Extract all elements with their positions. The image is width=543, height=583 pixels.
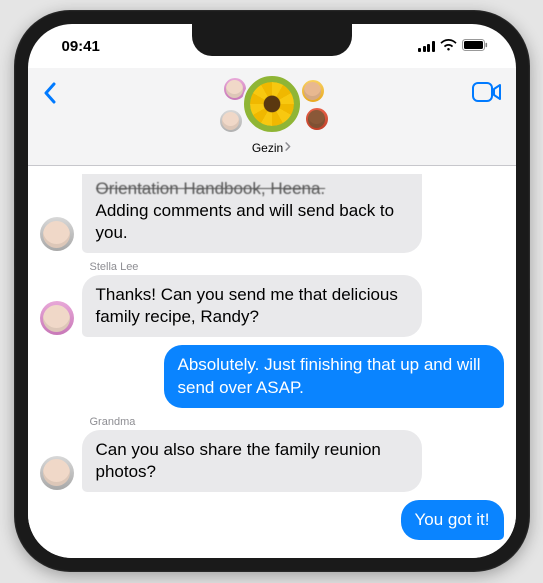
group-name-row[interactable]: Gezin bbox=[252, 141, 291, 155]
message-row-incoming: Thanks! Can you send me that delicious f… bbox=[40, 275, 504, 337]
nav-bar: Gezin bbox=[28, 68, 516, 166]
sender-avatar[interactable] bbox=[40, 301, 74, 335]
message-bubble[interactable]: Thanks! Can you send me that delicious f… bbox=[82, 275, 422, 337]
message-bubble[interactable]: Absolutely. Just finishing that up and w… bbox=[164, 345, 504, 407]
message-bubble[interactable]: Can you also share the family reunion ph… bbox=[82, 430, 422, 492]
battery-icon bbox=[462, 38, 488, 55]
group-photo-sunflower bbox=[242, 74, 302, 134]
participant-avatar bbox=[218, 108, 244, 134]
phone-frame: 09:41 bbox=[14, 10, 530, 572]
participant-avatar bbox=[304, 106, 330, 132]
chevron-right-icon bbox=[285, 142, 291, 154]
back-button[interactable] bbox=[42, 72, 57, 109]
facetime-button[interactable] bbox=[472, 72, 502, 107]
message-row-incoming: Can you also share the family reunion ph… bbox=[40, 430, 504, 492]
message-text-cutoff: Orientation Handbook, Heena. bbox=[96, 178, 408, 200]
message-text: Thanks! Can you send me that delicious f… bbox=[96, 285, 398, 326]
message-text: You got it! bbox=[415, 510, 490, 529]
message-text: Absolutely. Just finishing that up and w… bbox=[178, 355, 481, 396]
sender-avatar[interactable] bbox=[40, 456, 74, 490]
sender-label: Grandma bbox=[90, 416, 504, 428]
message-row-outgoing: Absolutely. Just finishing that up and w… bbox=[40, 345, 504, 407]
group-name: Gezin bbox=[252, 141, 283, 155]
mute-switch bbox=[14, 150, 15, 180]
message-bubble[interactable]: You got it! bbox=[401, 500, 504, 540]
message-text: Adding comments and will send back to yo… bbox=[96, 201, 395, 242]
status-indicators bbox=[418, 38, 488, 55]
side-button bbox=[529, 210, 530, 290]
volume-down-button bbox=[14, 265, 15, 315]
cellular-icon bbox=[418, 41, 435, 52]
notch bbox=[192, 24, 352, 56]
status-time: 09:41 bbox=[62, 38, 100, 55]
message-row-outgoing: You got it! bbox=[40, 500, 504, 540]
group-avatar-cluster bbox=[212, 72, 332, 138]
conversation-header[interactable]: Gezin bbox=[212, 72, 332, 155]
sender-label: Stella Lee bbox=[90, 261, 504, 273]
screen: 09:41 bbox=[28, 24, 516, 558]
participant-avatar bbox=[300, 78, 326, 104]
sender-avatar[interactable] bbox=[40, 217, 74, 251]
volume-up-button bbox=[14, 200, 15, 250]
message-list[interactable]: Orientation Handbook, Heena. Adding comm… bbox=[28, 166, 516, 558]
message-bubble[interactable]: Orientation Handbook, Heena. Adding comm… bbox=[82, 174, 422, 253]
message-row-incoming: Orientation Handbook, Heena. Adding comm… bbox=[40, 174, 504, 253]
message-text: Can you also share the family reunion ph… bbox=[96, 440, 381, 481]
wifi-icon bbox=[440, 38, 457, 55]
